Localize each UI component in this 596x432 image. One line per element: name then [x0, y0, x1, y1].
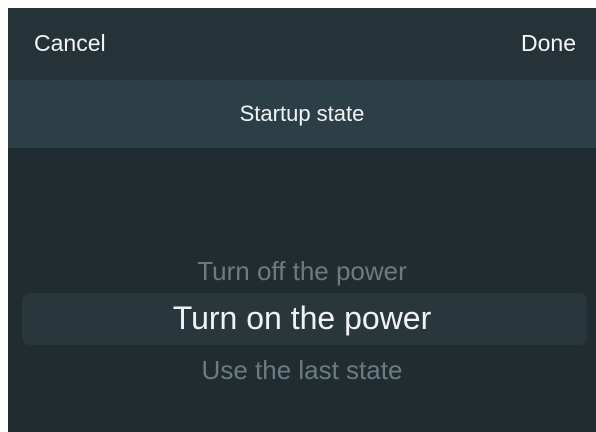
startup-state-sheet: Cancel Done Startup state Turn off the p… [8, 8, 596, 432]
sheet-title: Startup state [239, 101, 365, 126]
picker-option-last-state[interactable]: Use the last state [8, 355, 596, 386]
navigation-bar: Cancel Done [8, 8, 596, 80]
picker-option-turn-on[interactable]: Turn on the power [8, 300, 596, 337]
picker-option-turn-off[interactable]: Turn off the power [8, 256, 596, 287]
cancel-button[interactable]: Cancel [34, 30, 106, 57]
done-button[interactable]: Done [521, 30, 576, 57]
title-bar: Startup state [8, 80, 596, 148]
startup-state-picker[interactable]: Turn off the power Turn on the power Use… [8, 148, 596, 432]
